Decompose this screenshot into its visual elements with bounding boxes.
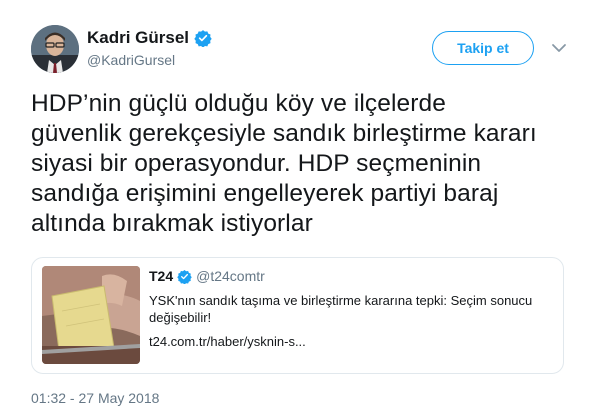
author-name[interactable]: Kadri Gürsel (87, 28, 189, 48)
avatar-image (31, 25, 79, 73)
tweet-text-line: HDP’nin güçlü olduğu köy ve ilçelerde (31, 90, 446, 117)
tweet-timestamp[interactable]: 01:32 - 27 May 2018 (31, 390, 159, 406)
quoted-text-line: YSK'nın sandık taşıma ve birleştirme kar… (149, 293, 533, 308)
ballot-photo-image (42, 266, 140, 364)
avatar[interactable] (31, 25, 79, 73)
author-handle[interactable]: @KadriGursel (87, 52, 175, 68)
tweet-text-line: altında bırakmak istiyorlar (31, 210, 313, 237)
quoted-author-handle[interactable]: @t24comtr (196, 268, 265, 284)
tweet: Kadri Gürsel @KadriGursel Takip et HDP’n… (0, 0, 600, 419)
tweet-text-line: sandığa erişimini engelleyerek partiyi b… (31, 180, 499, 207)
tweet-text-line: güvenlik gerekçesiyle sandık birleştirme… (31, 120, 537, 147)
quoted-tweet-text: YSK'nın sandık taşıma ve birleştirme kar… (149, 292, 549, 326)
chevron-down-icon[interactable] (550, 39, 568, 57)
quoted-text-line: değişebilir! (149, 310, 212, 325)
tweet-text: HDP’nin güçlü olduğu köy ve ilçelerde gü… (31, 89, 596, 239)
verified-badge-icon (194, 30, 212, 47)
tweet-text-line: siyasi bir operasyondur. HDP seçmeninin (31, 150, 482, 177)
quoted-tweet-link[interactable]: t24.com.tr/haber/ysknin-s... (149, 334, 306, 349)
quoted-tweet-thumbnail[interactable] (42, 266, 140, 364)
quoted-tweet-card[interactable]: T24 @t24comtr YSK'nın sandık taşıma ve b… (31, 257, 564, 374)
quoted-tweet-header[interactable]: T24 @t24comtr (149, 268, 265, 284)
author-name-row[interactable]: Kadri Gürsel (87, 28, 212, 48)
verified-badge-icon (177, 269, 192, 284)
quoted-author-name[interactable]: T24 (149, 268, 173, 284)
follow-button[interactable]: Takip et (432, 31, 534, 65)
